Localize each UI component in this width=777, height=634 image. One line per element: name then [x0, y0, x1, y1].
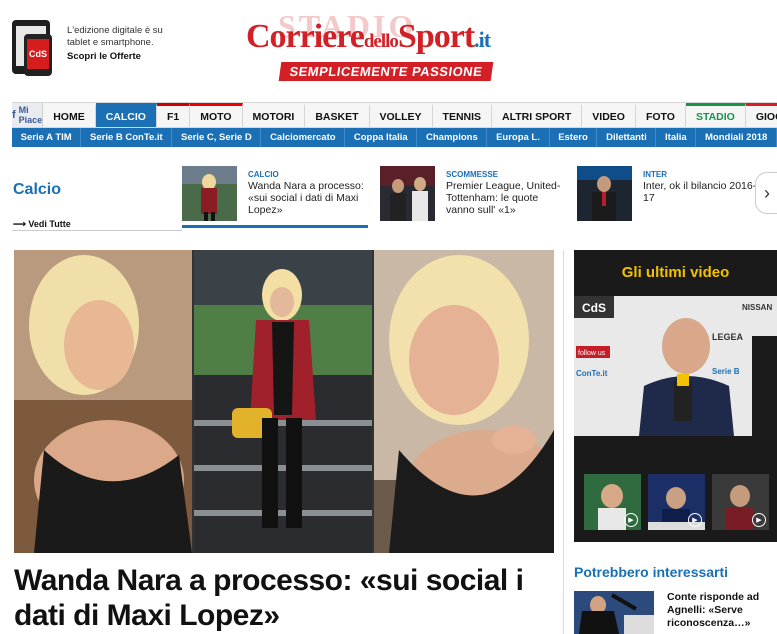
recommendations-title: Potrebbero interessarti: [574, 564, 729, 580]
news-card-category: SCOMMESSE: [446, 170, 499, 179]
subnav-item[interactable]: Italia: [656, 128, 697, 147]
news-card[interactable]: INTER Inter, ok il bilancio 2016-17: [577, 166, 763, 228]
subnav-item[interactable]: Serie C, Serie D: [172, 128, 262, 147]
nav-item-tennis[interactable]: TENNIS: [433, 103, 493, 127]
facebook-icon: f: [12, 109, 16, 121]
play-icon: ▶: [752, 513, 766, 527]
video-player[interactable]: CdS follow us LEGEA Serie B ConTe.it NIS…: [574, 296, 777, 436]
facebook-like-button[interactable]: f Mi Piace: [12, 103, 44, 127]
digital-edition-promo[interactable]: CdS L'edizione digitale è su tablet e sm…: [12, 20, 182, 80]
video-banner-legea: LEGEA: [712, 332, 744, 342]
hero-image[interactable]: [14, 250, 554, 553]
news-card[interactable]: CALCIO Wanda Nara a processo: «sui socia…: [182, 166, 368, 228]
column-divider: [563, 250, 564, 634]
recommendation-thumbnail[interactable]: [574, 591, 654, 634]
site-header: CdS L'edizione digitale è su tablet e sm…: [0, 0, 777, 98]
subnav-item[interactable]: Champions: [417, 128, 488, 147]
promo-offers-link[interactable]: Scopri le Offerte: [67, 51, 141, 62]
subnav-item[interactable]: Serie A TIM: [12, 128, 82, 147]
nav-item-moto[interactable]: MOTO: [190, 103, 243, 127]
nav-item-f1[interactable]: F1: [156, 103, 191, 127]
calcio-subnav: Serie A TIM Serie B ConTe.it Serie C, Se…: [12, 128, 777, 147]
nav-item-foto[interactable]: FOTO: [636, 103, 686, 127]
see-all-link[interactable]: ⟶ Vedi Tutte: [13, 219, 71, 230]
video-thumbnails: ▶ ▶ ▶: [584, 474, 769, 530]
news-card-category: CALCIO: [248, 170, 279, 179]
news-card-thumbnail: [182, 166, 237, 221]
play-icon: ▶: [624, 513, 638, 527]
nav-item-altri-sport[interactable]: ALTRI SPORT: [492, 103, 583, 127]
video-banner-conte: ConTe.it: [576, 369, 608, 378]
play-icon: ▶: [688, 513, 702, 527]
subnav-item[interactable]: Coppa Italia: [345, 128, 418, 147]
news-card-thumbnail: [577, 166, 632, 221]
news-card-title[interactable]: Premier League, United-Tottenham: le quo…: [446, 180, 564, 216]
news-card-thumbnail: [380, 166, 435, 221]
logo-tagline: SEMPLICEMENTE PASSIONE: [278, 62, 494, 81]
video-banner-follow: follow us: [578, 350, 606, 357]
nav-item-motori[interactable]: MOTORI: [243, 103, 306, 127]
site-logo[interactable]: STADIO CorrieredelloSport.it SEMPLICEMEN…: [246, 8, 546, 86]
promo-text: L'edizione digitale è su tablet e smartp…: [67, 25, 163, 48]
nav-item-calcio[interactable]: CALCIO: [95, 103, 157, 127]
divider: [12, 230, 182, 231]
recommendation-title[interactable]: Conte risponde ad Agnelli: «Serve ricono…: [667, 591, 775, 630]
subnav-item[interactable]: Estero: [550, 128, 598, 147]
video-banner-cds: CdS: [582, 301, 606, 315]
nav-item-giochi[interactable]: GIOCHI: [745, 103, 777, 127]
subnav-item[interactable]: Mondiali 2018: [696, 128, 777, 147]
nav-item-home[interactable]: HOME: [43, 103, 96, 127]
logo-wordmark: CorrieredelloSport.it: [246, 18, 491, 55]
section-title[interactable]: Calcio: [13, 181, 61, 199]
news-card-category: INTER: [643, 170, 667, 179]
main-nav: f Mi Piace HOME CALCIO F1 MOTO MOTORI BAS…: [12, 102, 777, 128]
nav-item-volley[interactable]: VOLLEY: [370, 103, 433, 127]
video-thumbnail[interactable]: ▶: [712, 474, 769, 530]
subnav-item[interactable]: Europa L.: [487, 128, 550, 147]
videos-title: Gli ultimi video: [621, 264, 730, 281]
chevron-right-icon[interactable]: ›: [755, 172, 777, 214]
subnav-item[interactable]: Serie B ConTe.it: [81, 128, 173, 147]
subnav-item[interactable]: Calciomercato: [261, 128, 346, 147]
news-card-title[interactable]: Wanda Nara a processo: «sui social i dat…: [248, 180, 366, 216]
video-thumbnail[interactable]: ▶: [648, 474, 705, 530]
video-banner-nissan: NISSAN: [742, 303, 772, 312]
news-card-title[interactable]: Inter, ok il bilancio 2016-17: [643, 180, 761, 204]
nav-item-video[interactable]: VIDEO: [582, 103, 636, 127]
nav-item-stadio[interactable]: STADIO: [685, 103, 746, 127]
video-thumbnail[interactable]: ▶: [584, 474, 641, 530]
latest-videos-widget: Gli ultimi video CdS follow us LEGEA Ser…: [574, 250, 777, 542]
nav-item-basket[interactable]: BASKET: [305, 103, 370, 127]
news-card[interactable]: SCOMMESSE Premier League, United-Tottenh…: [380, 166, 566, 228]
article-headline[interactable]: Wanda Nara a processo: «sui social i dat…: [14, 563, 559, 633]
devices-icon: CdS: [12, 20, 56, 76]
video-banner-serieb: Serie B: [712, 367, 740, 376]
subnav-item[interactable]: Dilettanti: [597, 128, 657, 147]
